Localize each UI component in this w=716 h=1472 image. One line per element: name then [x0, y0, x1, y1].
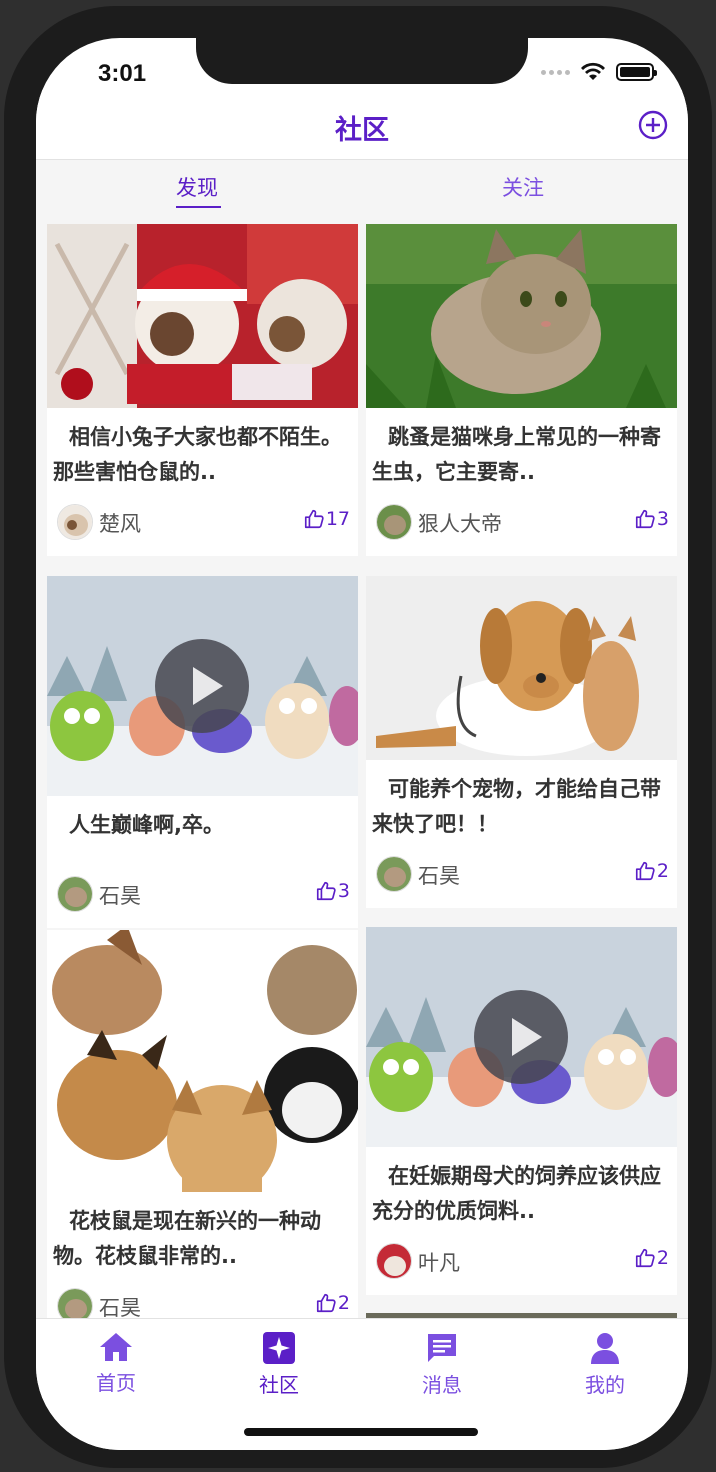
like-button[interactable]: 17	[303, 508, 350, 530]
post-meta: 狠人大帝 3	[366, 494, 677, 556]
thumbs-up-icon	[316, 881, 336, 901]
post-meta: 石昊 3	[47, 866, 358, 928]
post-card[interactable]: 相信小兔子大家也都不陌生。那些害怕仓鼠的.. 楚风 17	[47, 224, 358, 556]
post-card[interactable]: 跳蚤是猫咪身上常见的一种寄生虫，它主要寄.. 狠人大帝 3	[366, 224, 677, 556]
post-card[interactable]: 人生巅峰啊,卒。 石昊 3	[47, 576, 358, 928]
tab-label: 消息	[422, 1373, 462, 1397]
like-button[interactable]: 2	[315, 1292, 350, 1314]
home-icon	[100, 1333, 132, 1361]
avatar[interactable]	[376, 1243, 412, 1279]
tab-messages[interactable]: 消息	[392, 1331, 492, 1398]
post-meta: 石昊 2	[47, 1278, 358, 1318]
author-name[interactable]: 狠人大帝	[418, 508, 502, 538]
post-meta: 叶凡 2	[366, 1233, 677, 1295]
post-meta: 楚风 17	[47, 494, 358, 556]
avatar[interactable]	[376, 504, 412, 540]
post-feed[interactable]: 相信小兔子大家也都不陌生。那些害怕仓鼠的.. 楚风 17 跳蚤是猫咪身上常见的一…	[36, 214, 688, 1318]
avatar[interactable]	[57, 504, 93, 540]
avatar[interactable]	[57, 876, 93, 912]
tab-home[interactable]: 首页	[66, 1331, 166, 1396]
like-button[interactable]: 3	[634, 508, 669, 530]
like-count: 3	[656, 508, 669, 530]
like-button[interactable]: 2	[634, 860, 669, 882]
tab-label: 社区	[259, 1373, 299, 1397]
user-icon	[591, 1333, 619, 1364]
post-video[interactable]	[366, 927, 677, 1147]
thumbs-up-icon	[635, 861, 655, 881]
post-meta: 石昊 2	[366, 846, 677, 908]
feed-tabs: 发现 关注	[36, 160, 688, 214]
post-text: 花枝鼠是现在新兴的一种动物。花枝鼠非常的..	[53, 1209, 321, 1268]
post-card[interactable]: 可能养个宠物，才能给自己带来快了吧！！ 石昊 2	[366, 576, 677, 908]
page-title: 社区	[335, 115, 389, 146]
phone-screen: 3:01 社区 发现 关注 相信小兔子大家也都不陌生。那些害怕仓鼠的.. 楚风 …	[36, 38, 688, 1450]
play-button[interactable]	[474, 990, 568, 1084]
like-count: 2	[337, 1292, 350, 1314]
wifi-icon	[581, 62, 605, 80]
notch	[196, 38, 528, 84]
like-count: 3	[337, 880, 350, 902]
thumbs-up-icon	[635, 509, 655, 529]
post-text: 人生巅峰啊,卒。	[69, 813, 224, 837]
tab-label: 首页	[96, 1371, 136, 1395]
like-count: 17	[325, 508, 350, 530]
author-name[interactable]: 石昊	[99, 880, 141, 910]
tab-following[interactable]: 关注	[502, 172, 544, 202]
like-button[interactable]: 3	[315, 880, 350, 902]
post-image[interactable]	[366, 576, 677, 760]
like-count: 2	[656, 860, 669, 882]
author-name[interactable]: 石昊	[418, 860, 460, 890]
home-indicator	[244, 1428, 478, 1436]
author-name[interactable]: 石昊	[99, 1292, 141, 1318]
add-post-icon[interactable]	[638, 110, 668, 140]
tab-discover[interactable]: 发现	[176, 172, 218, 202]
post-text: 跳蚤是猫咪身上常见的一种寄生虫，它主要寄..	[372, 425, 661, 484]
like-count: 2	[656, 1247, 669, 1269]
avatar[interactable]	[57, 1288, 93, 1318]
post-card[interactable]: 在妊娠期母犬的饲养应该供应充分的优质饲料.. 叶凡 2	[366, 927, 677, 1295]
post-image[interactable]	[47, 224, 358, 408]
tab-profile[interactable]: 我的	[555, 1331, 655, 1398]
post-text: 相信小兔子大家也都不陌生。那些害怕仓鼠的..	[53, 425, 342, 484]
post-text: 在妊娠期母犬的饲养应该供应充分的优质饲料..	[372, 1164, 661, 1223]
status-time: 3:01	[98, 60, 147, 87]
post-image[interactable]	[366, 224, 677, 408]
author-name[interactable]: 叶凡	[418, 1247, 460, 1277]
post-text: 可能养个宠物，才能给自己带来快了吧！！	[372, 777, 661, 836]
thumbs-up-icon	[635, 1248, 655, 1268]
tab-label: 我的	[585, 1373, 625, 1397]
avatar[interactable]	[376, 856, 412, 892]
thumbs-up-icon	[316, 1293, 336, 1313]
author-name[interactable]: 楚风	[99, 508, 141, 538]
post-video[interactable]	[47, 576, 358, 796]
sparkle-icon	[263, 1332, 295, 1364]
status-icons	[541, 62, 657, 82]
like-button[interactable]: 2	[634, 1247, 669, 1269]
tab-community[interactable]: 社区	[229, 1331, 329, 1398]
navbar: 社区	[36, 90, 688, 160]
post-card[interactable]: 花枝鼠是现在新兴的一种动物。花枝鼠非常的.. 石昊 2	[47, 930, 358, 1318]
battery-icon	[616, 63, 657, 81]
thumbs-up-icon	[304, 509, 324, 529]
active-tab-indicator	[176, 206, 221, 208]
message-icon	[428, 1334, 456, 1362]
signal-icon	[541, 69, 570, 75]
play-button[interactable]	[155, 639, 249, 733]
post-image[interactable]	[47, 930, 358, 1192]
